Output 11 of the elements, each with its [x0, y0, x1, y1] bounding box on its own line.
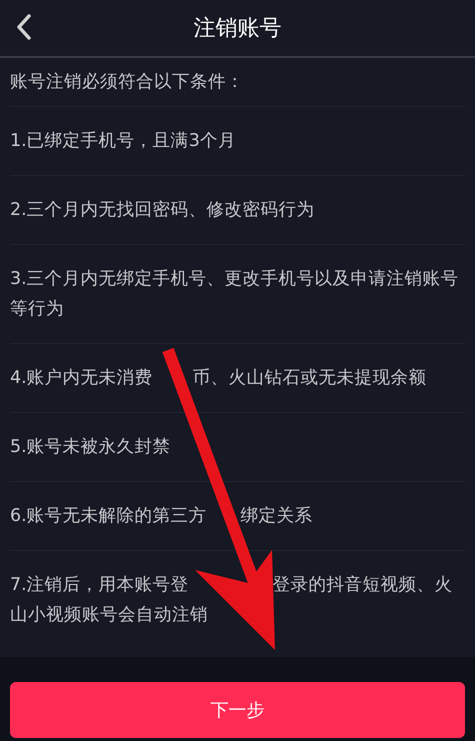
condition-text: 4.账户内无未消费 币、火山钻石或无未提现余额 [10, 344, 465, 413]
condition-text: 1.已绑定手机号，且满3个月 [10, 107, 465, 176]
next-step-button[interactable]: 下一步 [10, 682, 465, 738]
condition-text: 5.账号未被永久封禁 [10, 413, 465, 482]
condition-text: 6.账号无未解除的第三方 绑定关系 [10, 482, 465, 551]
condition-text: 7.注销后，用本账号登 登录的抖音短视频、火山小视频账号会自动注销 [10, 574, 454, 627]
page-title: 注销账号 [194, 14, 282, 42]
condition-text: 3.三个月内无绑定手机号、更改手机号以及申请注销账号等行为 [10, 245, 465, 344]
intro-text: 账号注销必须符合以下条件： [10, 58, 465, 107]
condition-text: 2.三个月内无找回密码、修改密码行为 [10, 176, 465, 245]
back-icon[interactable] [16, 14, 32, 40]
